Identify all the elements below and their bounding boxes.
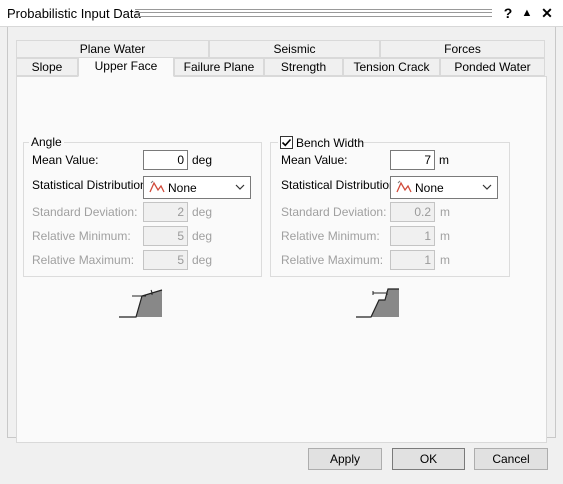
bench-relmin-input[interactable]: 1 [390, 226, 435, 246]
cancel-button[interactable]: Cancel [474, 448, 548, 470]
angle-mean-unit: deg [192, 153, 213, 167]
bench-width-checkbox[interactable] [280, 136, 293, 149]
close-button[interactable]: ✕ [538, 3, 556, 23]
bench-mean-input[interactable]: 7 [390, 150, 435, 170]
distribution-curve-icon [396, 180, 412, 193]
tab-tension-crack[interactable]: Tension Crack [343, 58, 440, 76]
tab-ponded-water[interactable]: Ponded Water [440, 58, 545, 76]
help-button[interactable]: ? [499, 3, 517, 23]
window-title: Probabilistic Input Data [7, 6, 141, 21]
apply-button[interactable]: Apply [308, 448, 382, 470]
bench-mean-label: Mean Value: [281, 153, 348, 167]
angle-std-label: Standard Deviation: [32, 205, 138, 219]
title-bar: Probabilistic Input Data ? ▲ ✕ [0, 0, 563, 27]
angle-dist-select[interactable]: None [143, 176, 251, 199]
angle-relmin-label: Relative Minimum: [32, 229, 131, 243]
angle-std-input[interactable]: 2 [143, 202, 188, 222]
bench-std-input[interactable]: 0.2 [390, 202, 435, 222]
angle-relmax-input[interactable]: 5 [143, 250, 188, 270]
bench-relmax-unit: m [440, 253, 450, 267]
collapse-button[interactable]: ▲ [518, 3, 536, 23]
bench-group-title[interactable]: Bench Width [296, 136, 364, 150]
tab-strength[interactable]: Strength [264, 58, 343, 76]
bench-std-label: Standard Deviation: [281, 205, 387, 219]
tab-seismic[interactable]: Seismic [209, 40, 380, 58]
angle-dist-value: None [168, 181, 197, 195]
bench-group-header: Bench Width [278, 135, 364, 150]
tab-upper-face[interactable]: Upper Face [78, 57, 174, 77]
bench-relmax-input[interactable]: 1 [390, 250, 435, 270]
ok-button[interactable]: OK [392, 448, 465, 470]
angle-relmin-unit: deg [192, 229, 213, 243]
angle-relmax-label: Relative Maximum: [32, 253, 135, 267]
bench-dist-value: None [415, 181, 444, 195]
angle-group-title: Angle [29, 135, 64, 149]
distribution-curve-icon [149, 180, 165, 193]
bench-relmin-label: Relative Minimum: [281, 229, 380, 243]
bench-std-unit: m [440, 205, 450, 219]
tab-plane-water[interactable]: Plane Water [16, 40, 209, 58]
checkmark-icon [281, 138, 292, 147]
upper-face-angle-diagram [119, 289, 163, 318]
tab-failure-plane[interactable]: Failure Plane [174, 58, 264, 76]
angle-std-unit: deg [192, 205, 213, 219]
chevron-down-icon [235, 184, 245, 190]
bench-relmin-unit: m [440, 229, 450, 243]
angle-mean-input[interactable]: 0 [143, 150, 188, 170]
tab-slope[interactable]: Slope [16, 58, 78, 76]
angle-relmin-input[interactable]: 5 [143, 226, 188, 246]
bench-width-diagram [356, 288, 399, 318]
bench-dist-select[interactable]: None [390, 176, 498, 199]
tab-strip: Plane Water Seismic Forces Slope Upper F… [16, 40, 545, 77]
chevron-down-icon [482, 184, 492, 190]
bench-relmax-label: Relative Maximum: [281, 253, 384, 267]
bench-mean-unit: m [439, 153, 449, 167]
bench-dist-label: Statistical Distribution: [281, 178, 400, 192]
angle-relmax-unit: deg [192, 253, 213, 267]
tab-forces[interactable]: Forces [380, 40, 545, 58]
angle-mean-label: Mean Value: [32, 153, 99, 167]
title-grip[interactable] [135, 9, 492, 17]
angle-dist-label: Statistical Distribution: [32, 178, 151, 192]
